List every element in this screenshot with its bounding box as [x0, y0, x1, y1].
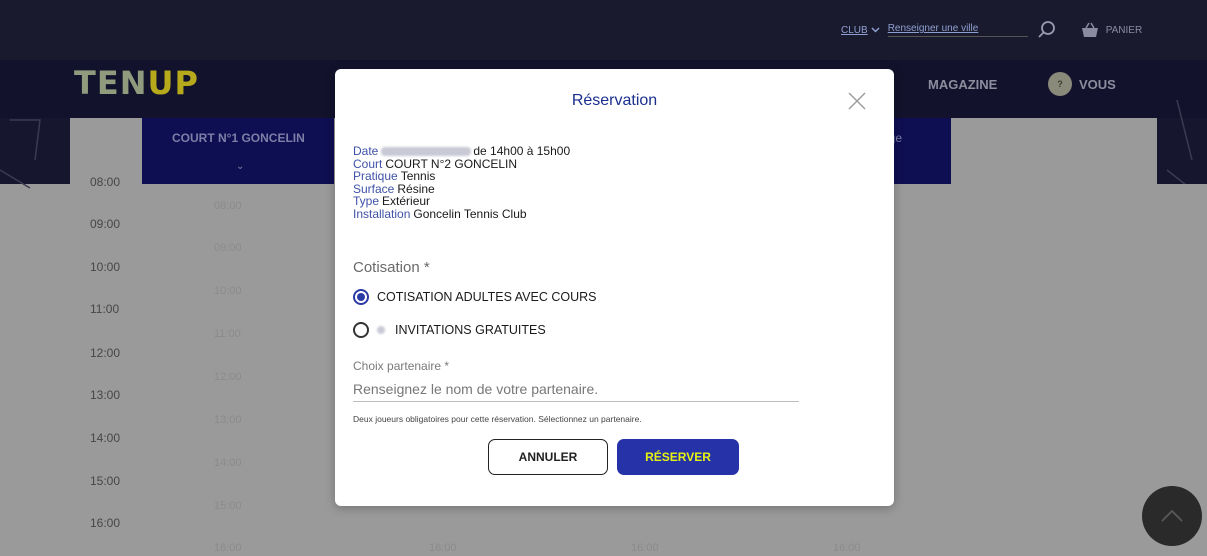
hour-label: 10:00 — [90, 260, 121, 274]
city-search-input[interactable]: Renseigner une ville — [887, 23, 1028, 37]
basket-icon — [1081, 22, 1098, 37]
slot-time[interactable]: 16:00 — [631, 542, 659, 554]
detail-key: Pratique — [353, 169, 398, 183]
detail-pratique: Pratique Tennis — [353, 170, 570, 183]
detail-value: Goncelin Tennis Club — [413, 206, 527, 221]
close-icon[interactable] — [847, 91, 867, 111]
radio-unselected[interactable] — [353, 322, 369, 338]
club-select-label: CLUB — [841, 24, 868, 36]
radio-label: INVITATIONS GRATUITES — [395, 323, 546, 337]
hour-label: 13:00 — [90, 388, 121, 402]
tenup-logo[interactable]: TENUP — [74, 64, 199, 102]
hour-label: 11:00 — [90, 302, 120, 316]
slot-time[interactable]: 16:00 — [429, 542, 457, 554]
chevron-down-icon — [871, 27, 880, 33]
logo-up: UP — [147, 64, 199, 102]
court-name: COURT N°1 GONCELIN — [172, 131, 305, 145]
club-select[interactable]: CLUB — [841, 25, 880, 36]
redacted-date — [381, 147, 472, 157]
search-icon[interactable] — [1036, 19, 1058, 41]
radio-invitations[interactable]: INVITATIONS GRATUITES — [353, 322, 546, 338]
chevron-up-icon — [1161, 509, 1183, 522]
reservation-modal: Réservation Date de 14h00 à 15h00 Court CO… — [335, 69, 894, 506]
slot-time[interactable]: 08:00 — [214, 200, 242, 212]
cancel-button[interactable]: ANNULER — [488, 439, 608, 475]
slot-time[interactable]: 16:00 — [833, 542, 861, 554]
slot-time[interactable]: 11:00 — [214, 328, 241, 340]
cotisation-label: Cotisation * — [353, 259, 430, 276]
basket-link[interactable]: PANIER — [1080, 22, 1143, 38]
radio-cotisation-adultes[interactable]: COTISATION ADULTES AVEC COURS — [353, 289, 596, 305]
nav-vous-label: VOUS — [1079, 76, 1116, 92]
chevron-down-icon: ⌄ — [236, 161, 245, 172]
hour-label: 12:00 — [90, 346, 121, 360]
slot-time[interactable]: 15:00 — [214, 500, 242, 512]
slot-time[interactable]: 14:00 — [214, 457, 242, 469]
hour-label: 09:00 — [90, 217, 121, 231]
detail-installation: Installation Goncelin Tennis Club — [353, 206, 570, 221]
nav-magazine[interactable]: MAGAZINE — [928, 77, 997, 92]
avatar: ? — [1048, 72, 1072, 96]
slot-time[interactable]: 10:00 — [214, 285, 242, 297]
detail-date: Date de 14h00 à 15h00 — [353, 145, 570, 158]
top-utility-bar: CLUB Renseigner une ville PANIER — [0, 0, 1207, 60]
partner-label: Choix partenaire * — [353, 359, 450, 373]
partner-input[interactable] — [353, 376, 799, 402]
slot-time[interactable]: 16:00 — [214, 542, 242, 554]
detail-key: Type — [353, 194, 380, 208]
hour-label: 15:00 — [90, 474, 121, 488]
court-column-header[interactable]: COURT N°1 GONCELIN ⌄ — [142, 118, 334, 184]
scroll-to-top-button[interactable] — [1142, 486, 1202, 546]
basket-label: PANIER — [1105, 24, 1143, 36]
radio-label: COTISATION ADULTES AVEC COURS — [377, 290, 597, 304]
reserve-button[interactable]: RÉSERVER — [617, 439, 739, 475]
modal-title: Réservation — [571, 92, 658, 109]
hour-label: 14:00 — [90, 431, 121, 445]
hour-label: 08:00 — [90, 175, 121, 189]
nav-vous[interactable]: ? VOUS — [1048, 72, 1116, 96]
reservation-details: Date de 14h00 à 15h00 Court COURT N°2 GONC… — [353, 145, 570, 220]
partner-hint: Deux joueurs obligatoires pour cette rés… — [353, 414, 642, 424]
hour-label: 16:00 — [90, 516, 121, 530]
detail-key: Installation — [353, 206, 411, 221]
radio-selected[interactable] — [353, 289, 369, 305]
slot-time[interactable]: 13:00 — [214, 414, 242, 426]
slot-time[interactable]: 09:00 — [214, 242, 242, 254]
logo-ten: TEN — [74, 64, 148, 102]
court-lines-decoration — [0, 119, 41, 189]
redacted-count — [377, 326, 385, 334]
slot-time[interactable]: 12:00 — [214, 371, 242, 383]
detail-key: Date — [353, 144, 379, 158]
